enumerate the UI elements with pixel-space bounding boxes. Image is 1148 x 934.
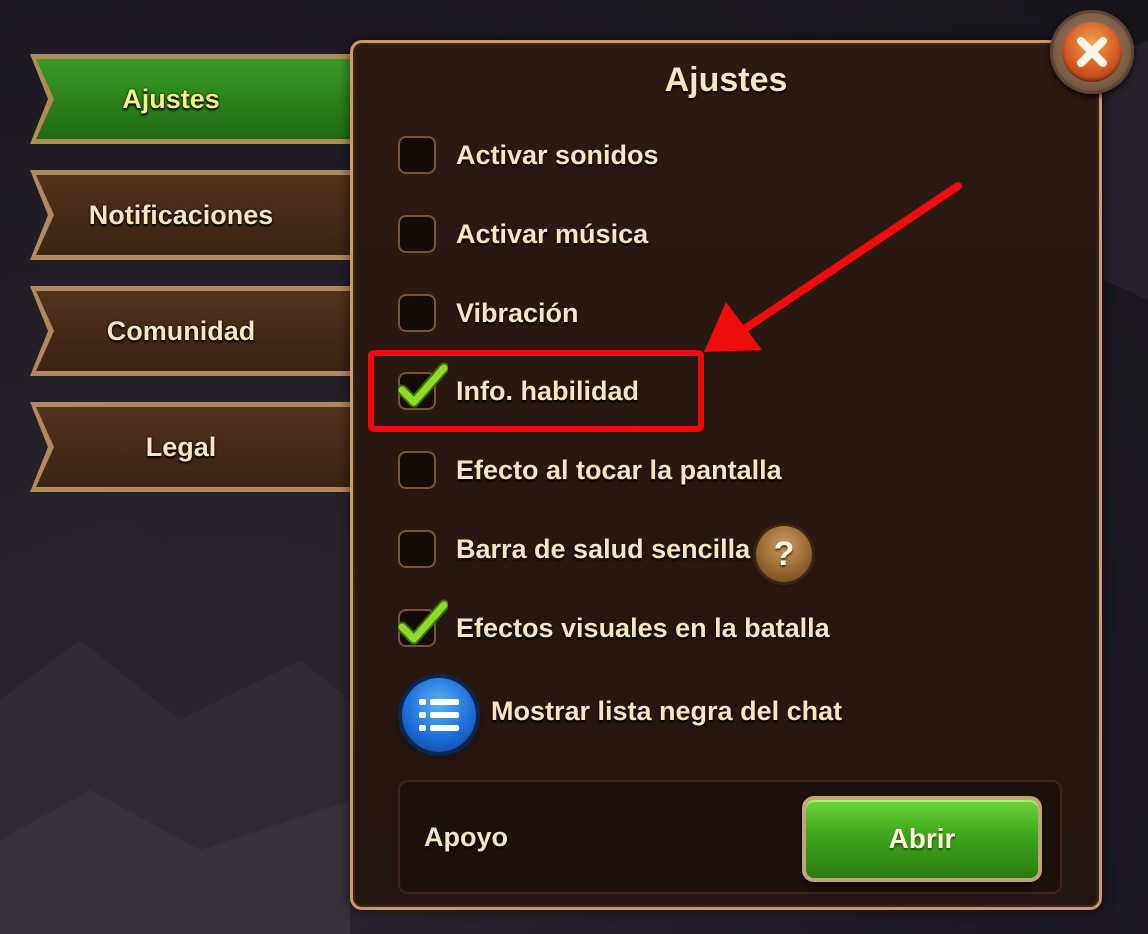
option-barra-salud[interactable]: Barra de salud sencilla <box>398 524 750 574</box>
tab-notificaciones[interactable]: Notificaciones <box>26 166 356 264</box>
blacklist-label: Mostrar lista negra del chat <box>491 696 843 726</box>
help-button[interactable]: ? <box>756 526 812 582</box>
tab-legal-label: Legal <box>145 431 217 462</box>
option-activar-sonidos[interactable]: Activar sonidos <box>398 130 659 180</box>
option-label: Vibración <box>456 297 579 328</box>
option-label: Barra de salud sencilla <box>456 533 751 564</box>
support-label: Apoyo <box>424 822 508 852</box>
tab-comunidad[interactable]: Comunidad <box>26 282 356 380</box>
tab-notificaciones-label: Notificaciones <box>88 199 274 230</box>
highlight-box <box>368 350 704 432</box>
tab-ajustes[interactable]: Ajustes <box>26 50 388 148</box>
question-icon: ? <box>773 534 795 573</box>
checkbox-vibracion[interactable] <box>398 294 436 332</box>
checkbox-musica[interactable] <box>398 215 436 253</box>
checkbox-efectos-visuales[interactable] <box>398 599 448 647</box>
checkmark-icon <box>398 599 448 645</box>
support-section: Apoyo Abrir <box>398 780 1062 894</box>
option-label: Activar sonidos <box>456 139 659 170</box>
option-vibracion[interactable]: Vibración <box>398 288 579 338</box>
close-button[interactable] <box>1050 10 1134 94</box>
tab-comunidad-label: Comunidad <box>106 315 256 346</box>
option-activar-musica[interactable]: Activar música <box>398 209 648 259</box>
tab-legal[interactable]: Legal <box>26 398 356 496</box>
checkbox-efecto-tocar[interactable] <box>398 451 436 489</box>
panel-title: Ajustes <box>664 61 788 99</box>
option-efectos-visuales[interactable]: Efectos visuales en la batalla <box>398 599 830 653</box>
option-label: Efectos visuales en la batalla <box>456 612 830 643</box>
option-label: Activar música <box>456 218 649 249</box>
open-button-label: Abrir <box>888 823 956 854</box>
option-efecto-tocar[interactable]: Efecto al tocar la pantalla <box>398 445 782 495</box>
close-x-icon <box>1062 22 1122 82</box>
option-label: Efecto al tocar la pantalla <box>456 454 782 485</box>
open-support-button[interactable]: Abrir <box>802 796 1042 882</box>
checkbox-sonidos[interactable] <box>398 136 436 174</box>
checkbox-barra-salud[interactable] <box>398 530 436 568</box>
list-icon <box>419 699 459 731</box>
tab-ajustes-label: Ajustes <box>122 83 220 114</box>
blacklist-button[interactable] <box>402 678 476 752</box>
